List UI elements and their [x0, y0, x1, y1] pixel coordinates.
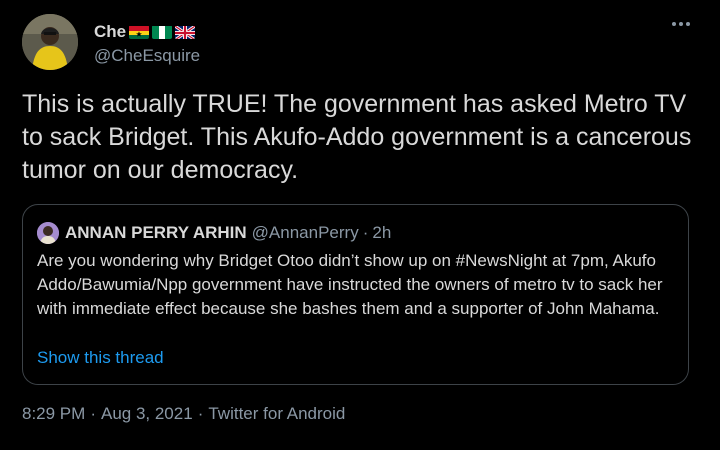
show-thread-link[interactable]: Show this thread	[37, 348, 164, 368]
quoted-author-handle[interactable]: @AnnanPerry	[252, 223, 359, 243]
author-display-name[interactable]: Che	[94, 20, 200, 44]
tweet-date[interactable]: Aug 3, 2021	[101, 404, 193, 423]
uk-flag-icon	[175, 25, 196, 39]
flag-emojis	[129, 25, 196, 39]
quoted-author-avatar[interactable]	[37, 222, 59, 244]
author-name-text: Che	[94, 22, 127, 41]
quoted-tweet-text: Are you wondering why Bridget Otoo didn’…	[37, 251, 663, 318]
tweet-meta: 8:29 PM · Aug 3, 2021 · Twitter for Android	[22, 404, 345, 424]
nigeria-flag-icon	[152, 25, 173, 39]
meta-separator: ·	[90, 404, 96, 423]
author-handle[interactable]: @CheEsquire	[94, 46, 200, 66]
quoted-tweet-header: ANNAN PERRY ARHIN @AnnanPerry · 2h	[37, 222, 391, 244]
ghana-flag-icon	[129, 25, 150, 39]
quoted-avatar-image-icon	[37, 222, 59, 244]
tweet-text: This is actually TRUE! The government ha…	[22, 90, 692, 184]
author-info: Che @CheEsquire	[94, 20, 200, 66]
meta-separator: ·	[197, 404, 204, 423]
tweet-source[interactable]: Twitter for Android	[208, 404, 345, 423]
tweet-time[interactable]: 8:29 PM	[22, 404, 85, 423]
more-options-icon[interactable]	[672, 22, 690, 26]
avatar-image-icon	[22, 14, 78, 70]
tweet: Che @CheEsquire This is actually TRUE! T…	[0, 0, 720, 450]
quoted-separator: ·	[362, 223, 369, 242]
quoted-author-name[interactable]: ANNAN PERRY ARHIN	[65, 223, 247, 243]
quoted-tweet-time[interactable]: 2h	[372, 223, 391, 243]
quoted-tweet[interactable]: ANNAN PERRY ARHIN @AnnanPerry · 2h Are y…	[22, 204, 689, 385]
author-avatar[interactable]	[22, 14, 78, 70]
